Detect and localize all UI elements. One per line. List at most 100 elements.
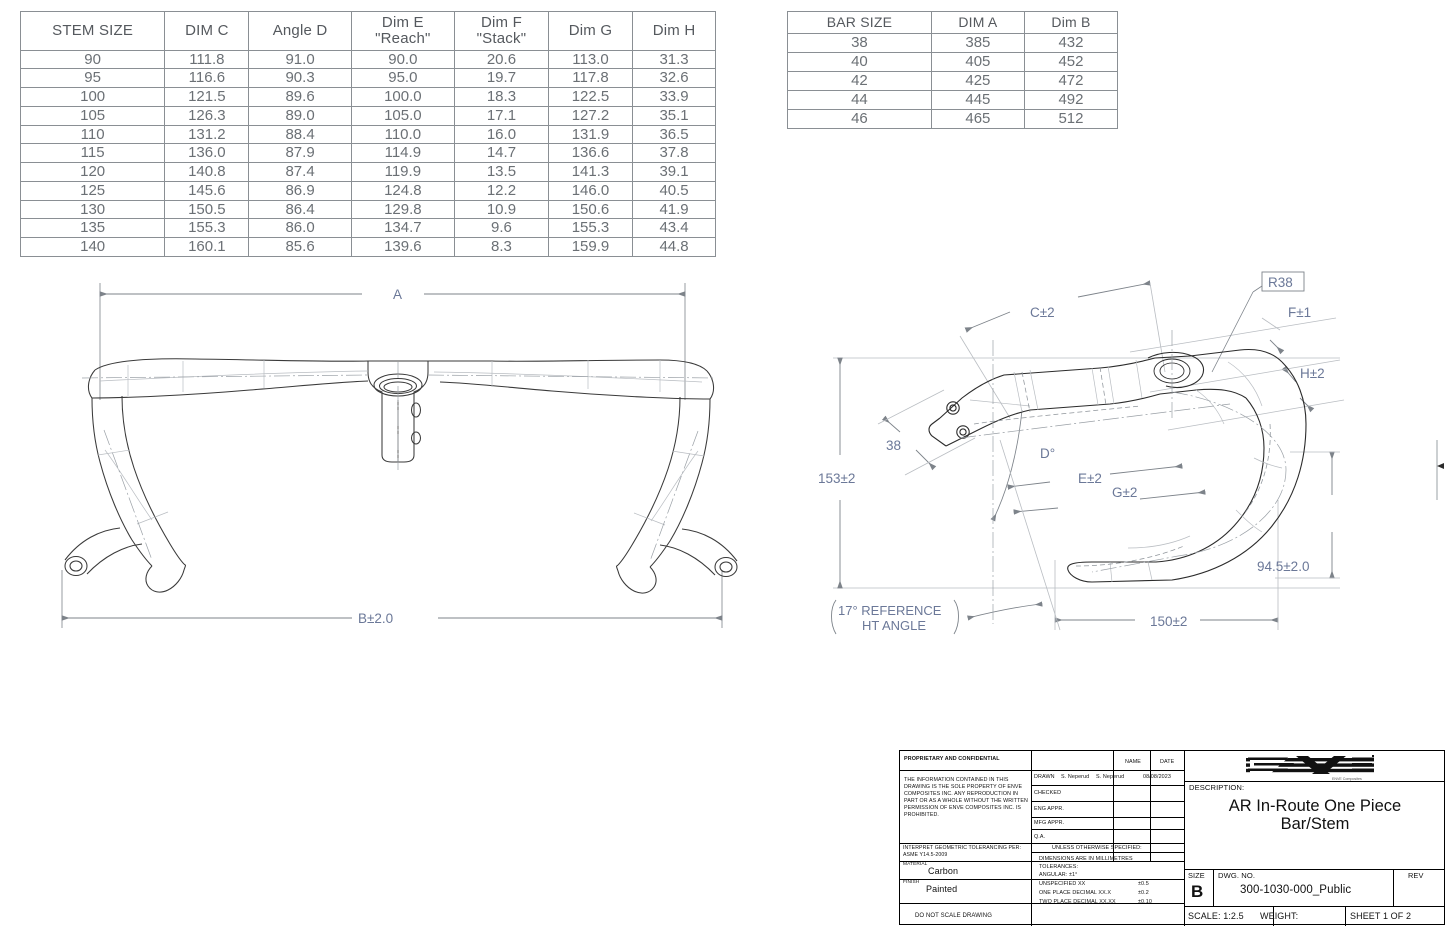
tolerance-line-1: DIMENSIONS ARE IN MILLIMETRES xyxy=(1039,856,1133,862)
note-ht-angle-line2: HT ANGLE xyxy=(862,618,926,633)
table-row: 135 155.3 86.0 134.7 9.6 155.3 43.4 xyxy=(19,218,716,238)
side-view-drawing xyxy=(833,280,1345,631)
cell: 155.3 xyxy=(164,218,250,238)
cell: 126.3 xyxy=(164,105,250,126)
cell: 105 xyxy=(19,105,166,126)
tolerance-line-2: TOLERANCES: xyxy=(1039,864,1079,870)
cell: 32.6 xyxy=(632,68,716,88)
table-row: 115 136.0 87.9 114.9 14.7 136.6 37.8 xyxy=(19,143,716,163)
proprietary-header: PROPRIETARY AND CONFIDENTIAL xyxy=(904,756,1000,762)
cell: 117.8 xyxy=(547,68,634,88)
cell: 127.2 xyxy=(547,105,634,126)
cell: 129.8 xyxy=(350,199,455,220)
approval-date-drawn: 08/08/2023 xyxy=(1143,774,1171,780)
title-block: PROPRIETARY AND CONFIDENTIAL THE INFORMA… xyxy=(899,750,1445,926)
unless-specified-note: UNLESS OTHERWISE SPECIFIED: xyxy=(1052,845,1142,851)
cell: 385 xyxy=(930,32,1025,53)
cell: 95.0 xyxy=(350,68,455,88)
bar-table-body: 38 385 432 40 405 452 42 425 472 44 445 492 46 46… xyxy=(787,32,1119,129)
col-bar-size: BAR SIZE xyxy=(787,11,932,34)
cell: 100.0 xyxy=(350,87,455,107)
finish-value: Painted xyxy=(926,884,958,894)
weight-label: WEIGHT: xyxy=(1260,911,1299,921)
table-row: 140 160.1 85.6 139.6 8.3 159.9 44.8 xyxy=(19,237,716,257)
size-value: B xyxy=(1191,882,1204,901)
table-row: 90 111.8 91.0 90.0 20.6 113.0 31.3 xyxy=(19,49,716,70)
table-row: 125 145.6 86.9 124.8 12.2 146.0 40.5 xyxy=(19,180,716,201)
do-not-scale-note: DO NOT SCALE DRAWING xyxy=(915,913,993,919)
table-row: 120 140.8 87.4 119.9 13.5 141.3 39.1 xyxy=(19,162,716,182)
table-row: 110 131.2 88.4 110.0 16.0 131.9 36.5 xyxy=(19,124,716,145)
table-row: 100 121.5 89.6 100.0 18.3 122.5 33.9 xyxy=(19,87,716,107)
cell: 44 xyxy=(787,89,932,110)
dim-label-r38: R38 xyxy=(1268,275,1293,290)
col-dim-a: DIM A xyxy=(930,11,1025,34)
cell: 140.8 xyxy=(164,162,250,182)
cell: 95 xyxy=(19,68,166,88)
cell: 89.0 xyxy=(248,105,352,126)
cell: 90.3 xyxy=(248,68,352,88)
dim-label-f: F±1 xyxy=(1288,305,1311,320)
cell: 116.6 xyxy=(164,68,250,88)
dim-label-150: 150±2 xyxy=(1150,614,1187,629)
cell: 465 xyxy=(930,108,1025,129)
table-row: 42 425 472 xyxy=(787,70,1119,91)
cell: 36.5 xyxy=(632,124,716,145)
table-row: 95 116.6 90.3 95.0 19.7 117.8 32.6 xyxy=(19,68,716,88)
cell: 38 xyxy=(787,32,932,53)
approval-label-mfg-appr: MFG APPR. xyxy=(1034,820,1065,826)
cell: 9.6 xyxy=(453,218,549,238)
tolerance-row-2-label: TWO PLACE DECIMAL XX.XX xyxy=(1039,899,1116,905)
description-line-2: Bar/Stem xyxy=(1280,815,1350,834)
cell: 43.4 xyxy=(632,218,716,238)
cell: 87.4 xyxy=(248,162,352,182)
cell: 492 xyxy=(1023,89,1119,110)
approval-label-eng-appr: ENG APPR. xyxy=(1034,806,1064,812)
cell: 44.8 xyxy=(632,237,716,257)
cell: 16.0 xyxy=(453,124,549,145)
tolerance-row-0-label: UNSPECIFIED XX xyxy=(1039,881,1086,887)
cell: 42 xyxy=(787,70,932,91)
dwg-no-value: 300-1030-000_Public xyxy=(1240,884,1352,896)
cell: 19.7 xyxy=(453,68,549,88)
cell: 110.0 xyxy=(350,124,455,145)
col-dim-c: DIM C xyxy=(164,11,250,51)
dim-label-c: C±2 xyxy=(1030,305,1055,320)
cell: 86.0 xyxy=(248,218,352,238)
tolerance-row-0-value: ±0.5 xyxy=(1138,881,1149,887)
cell: 472 xyxy=(1023,70,1119,91)
approval-label-drawn: DRAWN xyxy=(1034,774,1055,780)
cell: 31.3 xyxy=(632,49,716,70)
cell: 140 xyxy=(19,237,166,257)
cell: 46 xyxy=(787,108,932,129)
material-value: Carbon xyxy=(928,866,959,876)
table-row: 105 126.3 89.0 105.0 17.1 127.2 35.1 xyxy=(19,105,716,126)
approval-label-qa: Q.A. xyxy=(1034,834,1046,840)
cell: 512 xyxy=(1023,108,1119,129)
cell: 115 xyxy=(19,143,166,163)
dim-label-h: H±2 xyxy=(1300,366,1325,381)
cell: 114.9 xyxy=(350,143,455,163)
note-ht-angle-line1: 17° REFERENCE xyxy=(838,603,942,618)
cell: 12.2 xyxy=(453,180,549,201)
tolerance-row-2-value: ±0.10 xyxy=(1138,899,1152,905)
cell: 119.9 xyxy=(350,162,455,182)
cell: 20.6 xyxy=(453,49,549,70)
table-row: 38 385 432 xyxy=(787,32,1119,53)
approval-name-drawn: S. Neperud xyxy=(1061,774,1090,780)
col-dim-f-stack: Dim F "Stack" xyxy=(453,11,549,51)
scale-label: SCALE: 1:2.5 xyxy=(1188,911,1244,921)
cell: 452 xyxy=(1023,51,1119,72)
dim-label-e: E±2 xyxy=(1078,471,1102,486)
tolerance-line-3: ANGULAR: ±1° xyxy=(1039,872,1078,878)
cell: 86.9 xyxy=(248,180,352,201)
col-stem-size: STEM SIZE xyxy=(19,11,166,51)
cell: 120 xyxy=(19,162,166,182)
col-dim-g: Dim G xyxy=(547,11,634,51)
cell: 136.6 xyxy=(547,143,634,163)
size-label: SIZE xyxy=(1188,871,1205,880)
sheet-label: SHEET 1 OF 2 xyxy=(1350,911,1412,921)
cell: 160.1 xyxy=(164,237,250,257)
table-header-row: STEM SIZE DIM C Angle D Dim E "Reach" Di… xyxy=(19,11,716,51)
top-view-drawing xyxy=(61,283,738,628)
